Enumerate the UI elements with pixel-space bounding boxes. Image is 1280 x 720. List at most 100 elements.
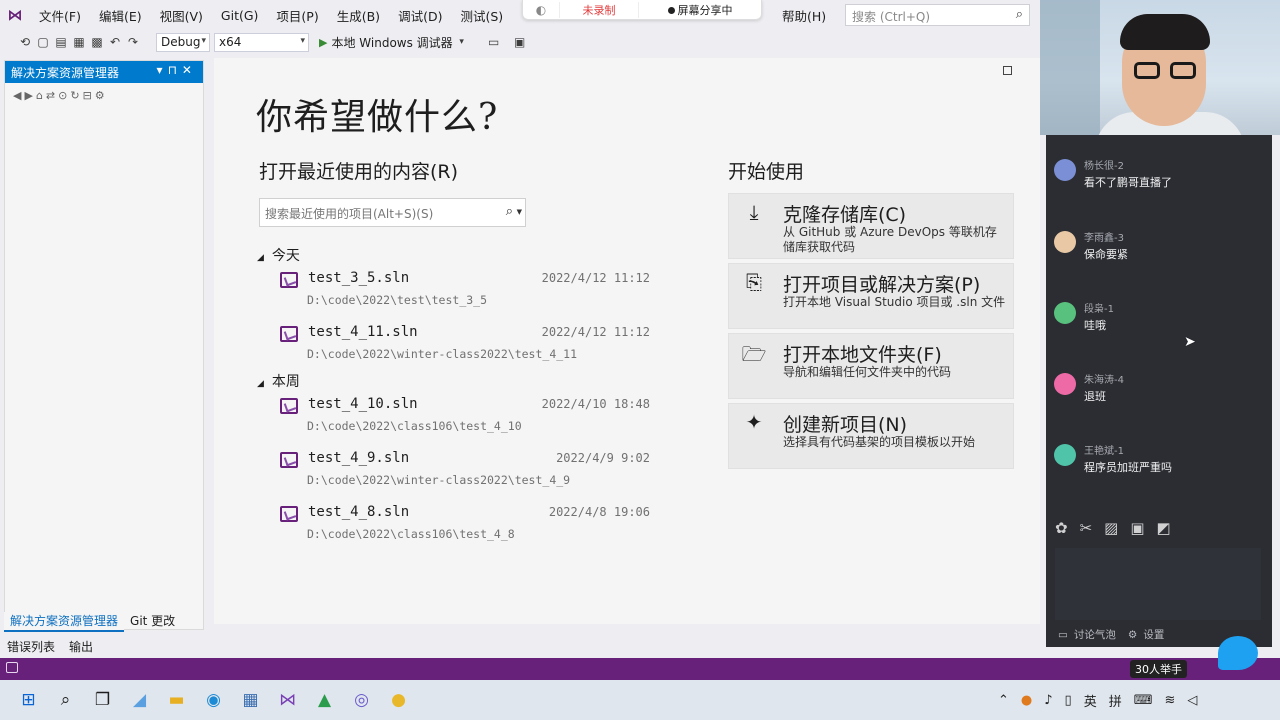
menu-debug[interactable]: 调试(D) — [389, 6, 451, 25]
unrecorded-label[interactable]: 未录制 — [559, 1, 639, 18]
vs-search-placeholder: 搜索 (Ctrl+Q) — [852, 10, 931, 24]
avatar — [1054, 159, 1076, 181]
mic-muted-icon[interactable]: ◐ — [523, 3, 559, 17]
widgets-icon[interactable]: ◢ — [121, 680, 158, 720]
card-description: 打开本地 Visual Studio 项目或 .sln 文件 — [783, 295, 1006, 309]
file-explorer-icon[interactable]: ▭ — [485, 35, 503, 49]
start-debug-icon[interactable]: ▶ — [319, 36, 327, 49]
home-icon[interactable]: ⌂ — [36, 89, 43, 102]
bottom-panel-tabs: 错误列表 输出 — [0, 634, 1040, 658]
calculator-icon[interactable]: ▦ — [232, 680, 269, 720]
group-today-label: 今天 — [271, 248, 300, 264]
reply-icon[interactable]: ◩ — [1157, 519, 1171, 537]
group-today[interactable]: ◢ 今天 — [257, 245, 300, 265]
visual-studio-icon[interactable]: ⋈ — [269, 680, 306, 720]
menu-file[interactable]: 文件(F) — [30, 6, 90, 25]
clone-repository-button[interactable]: ⤓ 克隆存储库(C) 从 GitHub 或 Azure DevOps 等联机存储… — [728, 193, 1014, 259]
task-view-icon[interactable]: ❐ — [84, 680, 121, 720]
menu-test[interactable]: 测试(S) — [451, 6, 512, 25]
back-icon[interactable]: ◀ — [13, 89, 21, 102]
menu-git[interactable]: Git(G) — [212, 8, 268, 23]
chat-username: 王艳斌-1 — [1084, 446, 1124, 457]
chevron-up-icon[interactable]: ⌃ — [998, 693, 1009, 708]
menu-project[interactable]: 项目(P) — [267, 6, 327, 25]
panel-controls[interactable]: ▾⊓✕ — [157, 63, 197, 77]
meeting-app-icon[interactable]: ◎ — [343, 680, 380, 720]
discussion-bubble-toggle[interactable]: 讨论气泡 — [1074, 627, 1116, 642]
chat-text: 程序员加班严重吗 — [1084, 461, 1172, 474]
windows-start-icon[interactable]: ⊞ — [10, 680, 47, 720]
save-all-icon[interactable]: ▩ — [88, 35, 106, 49]
scissors-icon[interactable]: ✂ — [1080, 519, 1093, 537]
card-title: 创建新项目(N) — [783, 414, 908, 436]
maximize-icon[interactable] — [1003, 66, 1012, 75]
menu-help[interactable]: 帮助(H) — [773, 6, 835, 25]
open-file-icon[interactable]: ▤ — [52, 35, 70, 49]
tab-error-list[interactable]: 错误列表 — [0, 638, 62, 655]
undo-icon[interactable]: ↶ — [106, 35, 124, 49]
search-icon[interactable]: ⌕ — [47, 680, 84, 720]
chat-message: 李雨鑫-3 保命要紧 — [1054, 229, 1264, 269]
volume-icon[interactable]: ◁ — [1187, 693, 1197, 708]
recent-project-item[interactable]: test_4_8.sln 2022/4/8 19:06 D:\code\2022… — [280, 504, 652, 552]
keyboard-icon[interactable]: ⌨ — [1134, 693, 1153, 708]
ime-language[interactable]: 英 — [1084, 691, 1097, 710]
project-date: 2022/4/12 11:12 — [541, 325, 650, 339]
wifi-icon[interactable]: ≋ — [1165, 693, 1176, 708]
properties-icon[interactable]: ⚙ — [95, 89, 105, 102]
navigate-back-icon[interactable]: ⟲ — [16, 35, 34, 49]
create-project-button[interactable]: ✦ 创建新项目(N) 选择具有代码基架的项目模板以开始 — [728, 403, 1014, 469]
pending-changes-icon[interactable]: ⊙ — [58, 89, 67, 102]
screenshot-icon[interactable]: ▣ — [1130, 519, 1144, 537]
configuration-select[interactable]: Debug ▾ — [156, 32, 210, 52]
app-yellow-icon[interactable]: ● — [380, 680, 417, 720]
chat-username: 杨长很-2 — [1084, 161, 1124, 172]
card-description: 导航和编辑任何文件夹中的代码 — [783, 365, 952, 379]
edge-browser-icon[interactable]: ◉ — [195, 680, 232, 720]
visual-studio-logo-icon[interactable]: ⋈ — [0, 0, 30, 30]
microphone-icon[interactable]: ♪ — [1044, 693, 1052, 708]
refresh-icon[interactable]: ↻ — [70, 89, 79, 102]
platform-select[interactable]: x64 ▾ — [214, 32, 309, 52]
chat-input[interactable] — [1055, 548, 1261, 620]
chevron-down-icon[interactable]: ▾ — [453, 37, 471, 47]
forward-icon[interactable]: ▶ — [24, 89, 32, 102]
recent-project-item[interactable]: test_4_10.sln 2022/4/10 18:48 D:\code\20… — [280, 396, 652, 444]
redo-icon[interactable]: ↷ — [124, 35, 142, 49]
solution-explorer-header[interactable]: 解决方案资源管理器 ▾⊓✕ — [5, 61, 203, 83]
menu-build[interactable]: 生成(B) — [328, 6, 389, 25]
ime-mode[interactable]: 拼 — [1109, 691, 1122, 710]
app-tray-icon[interactable]: ● — [1021, 693, 1032, 708]
recent-project-item[interactable]: test_4_9.sln 2022/4/9 9:02 D:\code\2022\… — [280, 450, 652, 498]
switch-views-icon[interactable]: ⇄ — [46, 89, 55, 102]
recent-search-input[interactable]: 搜索最近使用的项目(Alt+S)(S) ⌕ ▼ — [259, 198, 526, 227]
hands-raised-badge[interactable]: 30人举手 — [1130, 660, 1187, 678]
notification-icon[interactable] — [6, 662, 18, 673]
avatar — [1054, 444, 1076, 466]
start-debug-button[interactable]: 本地 Windows 调试器 — [331, 34, 452, 51]
vs-search-input[interactable]: 搜索 (Ctrl+Q) ⌕ — [845, 4, 1030, 26]
menu-edit[interactable]: 编辑(E) — [90, 6, 151, 25]
collapse-all-icon[interactable]: ⊟ — [83, 89, 92, 102]
group-this-week[interactable]: ◢ 本周 — [257, 371, 300, 391]
menu-view[interactable]: 视图(V) — [151, 6, 212, 25]
tab-output[interactable]: 输出 — [62, 638, 100, 655]
app-green-icon[interactable]: ▲ — [306, 680, 343, 720]
open-project-button[interactable]: ⎘ 打开项目或解决方案(P) 打开本地 Visual Studio 项目或 .s… — [728, 263, 1014, 329]
image-icon[interactable]: ▨ — [1104, 519, 1118, 537]
screen-sharing-label[interactable]: 屏幕分享中 — [639, 2, 761, 18]
card-title: 打开本地文件夹(F) — [783, 344, 942, 366]
tab-git-changes[interactable]: Git 更改 — [124, 612, 181, 632]
open-folder-button[interactable]: 🗁 打开本地文件夹(F) 导航和编辑任何文件夹中的代码 — [728, 333, 1014, 399]
emoji-icon[interactable]: ✿ — [1055, 519, 1068, 537]
recent-project-item[interactable]: test_4_11.sln 2022/4/12 11:12 D:\code\20… — [280, 324, 652, 372]
chat-bubble-icon[interactable] — [1218, 636, 1258, 670]
screenshot-icon[interactable]: ▣ — [511, 35, 529, 49]
save-icon[interactable]: ▦ — [70, 35, 88, 49]
phone-icon[interactable]: ▯ — [1065, 693, 1072, 708]
chat-settings-button[interactable]: 设置 — [1143, 627, 1164, 642]
file-explorer-icon[interactable]: ▬ — [158, 680, 195, 720]
new-item-icon[interactable]: ▢ — [34, 35, 52, 49]
recent-project-item[interactable]: test_3_5.sln 2022/4/12 11:12 D:\code\202… — [280, 270, 652, 318]
tab-solution-explorer[interactable]: 解决方案资源管理器 — [4, 612, 125, 632]
